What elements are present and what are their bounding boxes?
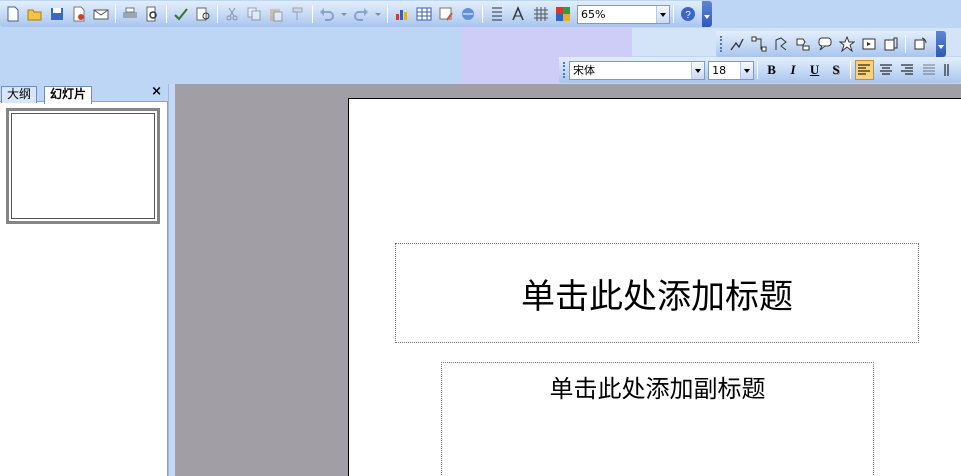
justify-icon[interactable]	[919, 60, 938, 80]
align-left-icon[interactable]	[854, 60, 875, 80]
slide-canvas[interactable]: 单击此处添加标题 单击此处添加副标题	[348, 98, 961, 476]
redo-dropdown-icon[interactable]	[373, 4, 383, 24]
toolbar-grip[interactable]	[563, 62, 566, 78]
toolbar-separator	[482, 5, 483, 23]
zoom-value: 65%	[581, 7, 606, 21]
toolbar-separator	[756, 61, 758, 79]
redo-icon[interactable]	[351, 4, 371, 24]
freeform-icon[interactable]	[771, 34, 791, 54]
undo-icon[interactable]	[317, 4, 337, 24]
line-spacing-icon[interactable]	[941, 60, 960, 80]
toolbar-separator	[905, 35, 906, 53]
toolbar-options-icon[interactable]	[702, 1, 712, 27]
insert-hyperlink-icon[interactable]	[458, 4, 478, 24]
drawing-toolbar	[716, 31, 936, 57]
rotate-icon[interactable]	[910, 34, 930, 54]
more-autoshapes-icon[interactable]	[881, 34, 901, 54]
open-icon[interactable]	[25, 4, 45, 24]
connector-icon[interactable]	[749, 34, 769, 54]
callout-icon[interactable]	[815, 34, 835, 54]
slide-thumbnail[interactable]	[6, 108, 160, 224]
toolbar-separator	[166, 5, 167, 23]
print-preview-icon[interactable]	[142, 4, 162, 24]
format-painter-icon[interactable]	[288, 4, 308, 24]
print-icon[interactable]	[120, 4, 140, 24]
shadow-button[interactable]: S	[826, 60, 845, 80]
slides-pane-header: 大纲 幻灯片 ×	[0, 84, 168, 104]
font-size-dropdown-icon[interactable]	[739, 61, 753, 79]
zoom-dropdown-icon[interactable]	[656, 5, 669, 23]
toolbar-grip[interactable]	[720, 36, 723, 52]
permission-icon[interactable]	[69, 4, 89, 24]
standard-toolbar: 65% ?	[0, 1, 702, 27]
cut-icon[interactable]	[222, 4, 242, 24]
research-icon[interactable]	[193, 4, 213, 24]
align-center-icon[interactable]	[876, 60, 895, 80]
insert-chart-icon[interactable]	[392, 4, 412, 24]
show-grid-icon[interactable]	[531, 4, 551, 24]
slide-thumbnail-frame	[11, 113, 155, 219]
save-icon[interactable]	[47, 4, 67, 24]
tab-slides[interactable]: 幻灯片	[44, 86, 93, 104]
pane-splitter[interactable]	[168, 84, 175, 476]
title-placeholder[interactable]: 单击此处添加标题	[395, 243, 919, 343]
help-icon[interactable]: ?	[678, 4, 698, 24]
underline-button[interactable]: U	[805, 60, 824, 80]
insert-table-icon[interactable]	[414, 4, 434, 24]
formatting-toolbar: 宋体 18 B I U S	[559, 57, 961, 83]
tab-outline[interactable]: 大纲	[1, 86, 38, 103]
font-size-value: 18	[712, 63, 727, 77]
copy-icon[interactable]	[244, 4, 264, 24]
toolbar-separator	[849, 61, 851, 79]
toolbar-separator	[387, 5, 388, 23]
subtitle-placeholder[interactable]: 单击此处添加副标题	[441, 362, 874, 476]
spelling-icon[interactable]	[171, 4, 191, 24]
expand-all-icon[interactable]	[487, 4, 507, 24]
toolbar-separator	[312, 5, 313, 23]
flowchart-icon[interactable]	[793, 34, 813, 54]
toolbar-separator	[115, 5, 116, 23]
show-formatting-icon[interactable]	[509, 4, 529, 24]
email-icon[interactable]	[91, 4, 111, 24]
new-icon[interactable]	[3, 4, 23, 24]
italic-button[interactable]: I	[783, 60, 802, 80]
close-pane-icon[interactable]: ×	[151, 85, 162, 99]
star-banner-icon[interactable]	[837, 34, 857, 54]
toolbar-separator	[673, 5, 674, 23]
toolbar-separator	[217, 5, 218, 23]
action-button-icon[interactable]	[859, 34, 879, 54]
autoshapes-icon[interactable]	[727, 34, 747, 54]
align-right-icon[interactable]	[898, 60, 917, 80]
undo-dropdown-icon[interactable]	[339, 4, 349, 24]
svg-text:?: ?	[685, 10, 691, 21]
bold-button[interactable]: B	[762, 60, 781, 80]
paste-icon[interactable]	[266, 4, 286, 24]
font-name-dropdown-icon[interactable]	[691, 61, 705, 79]
font-name-combo[interactable]: 宋体	[568, 60, 706, 80]
slides-pane: 大纲 幻灯片 ×	[0, 84, 168, 476]
drawing-toolbar-options-icon[interactable]	[936, 31, 946, 57]
tables-borders-icon[interactable]	[436, 4, 456, 24]
color-grayscale-icon[interactable]	[553, 4, 573, 24]
zoom-combo[interactable]: 65%	[577, 4, 670, 24]
font-name-value: 宋体	[572, 64, 595, 77]
font-size-combo[interactable]: 18	[708, 60, 754, 80]
